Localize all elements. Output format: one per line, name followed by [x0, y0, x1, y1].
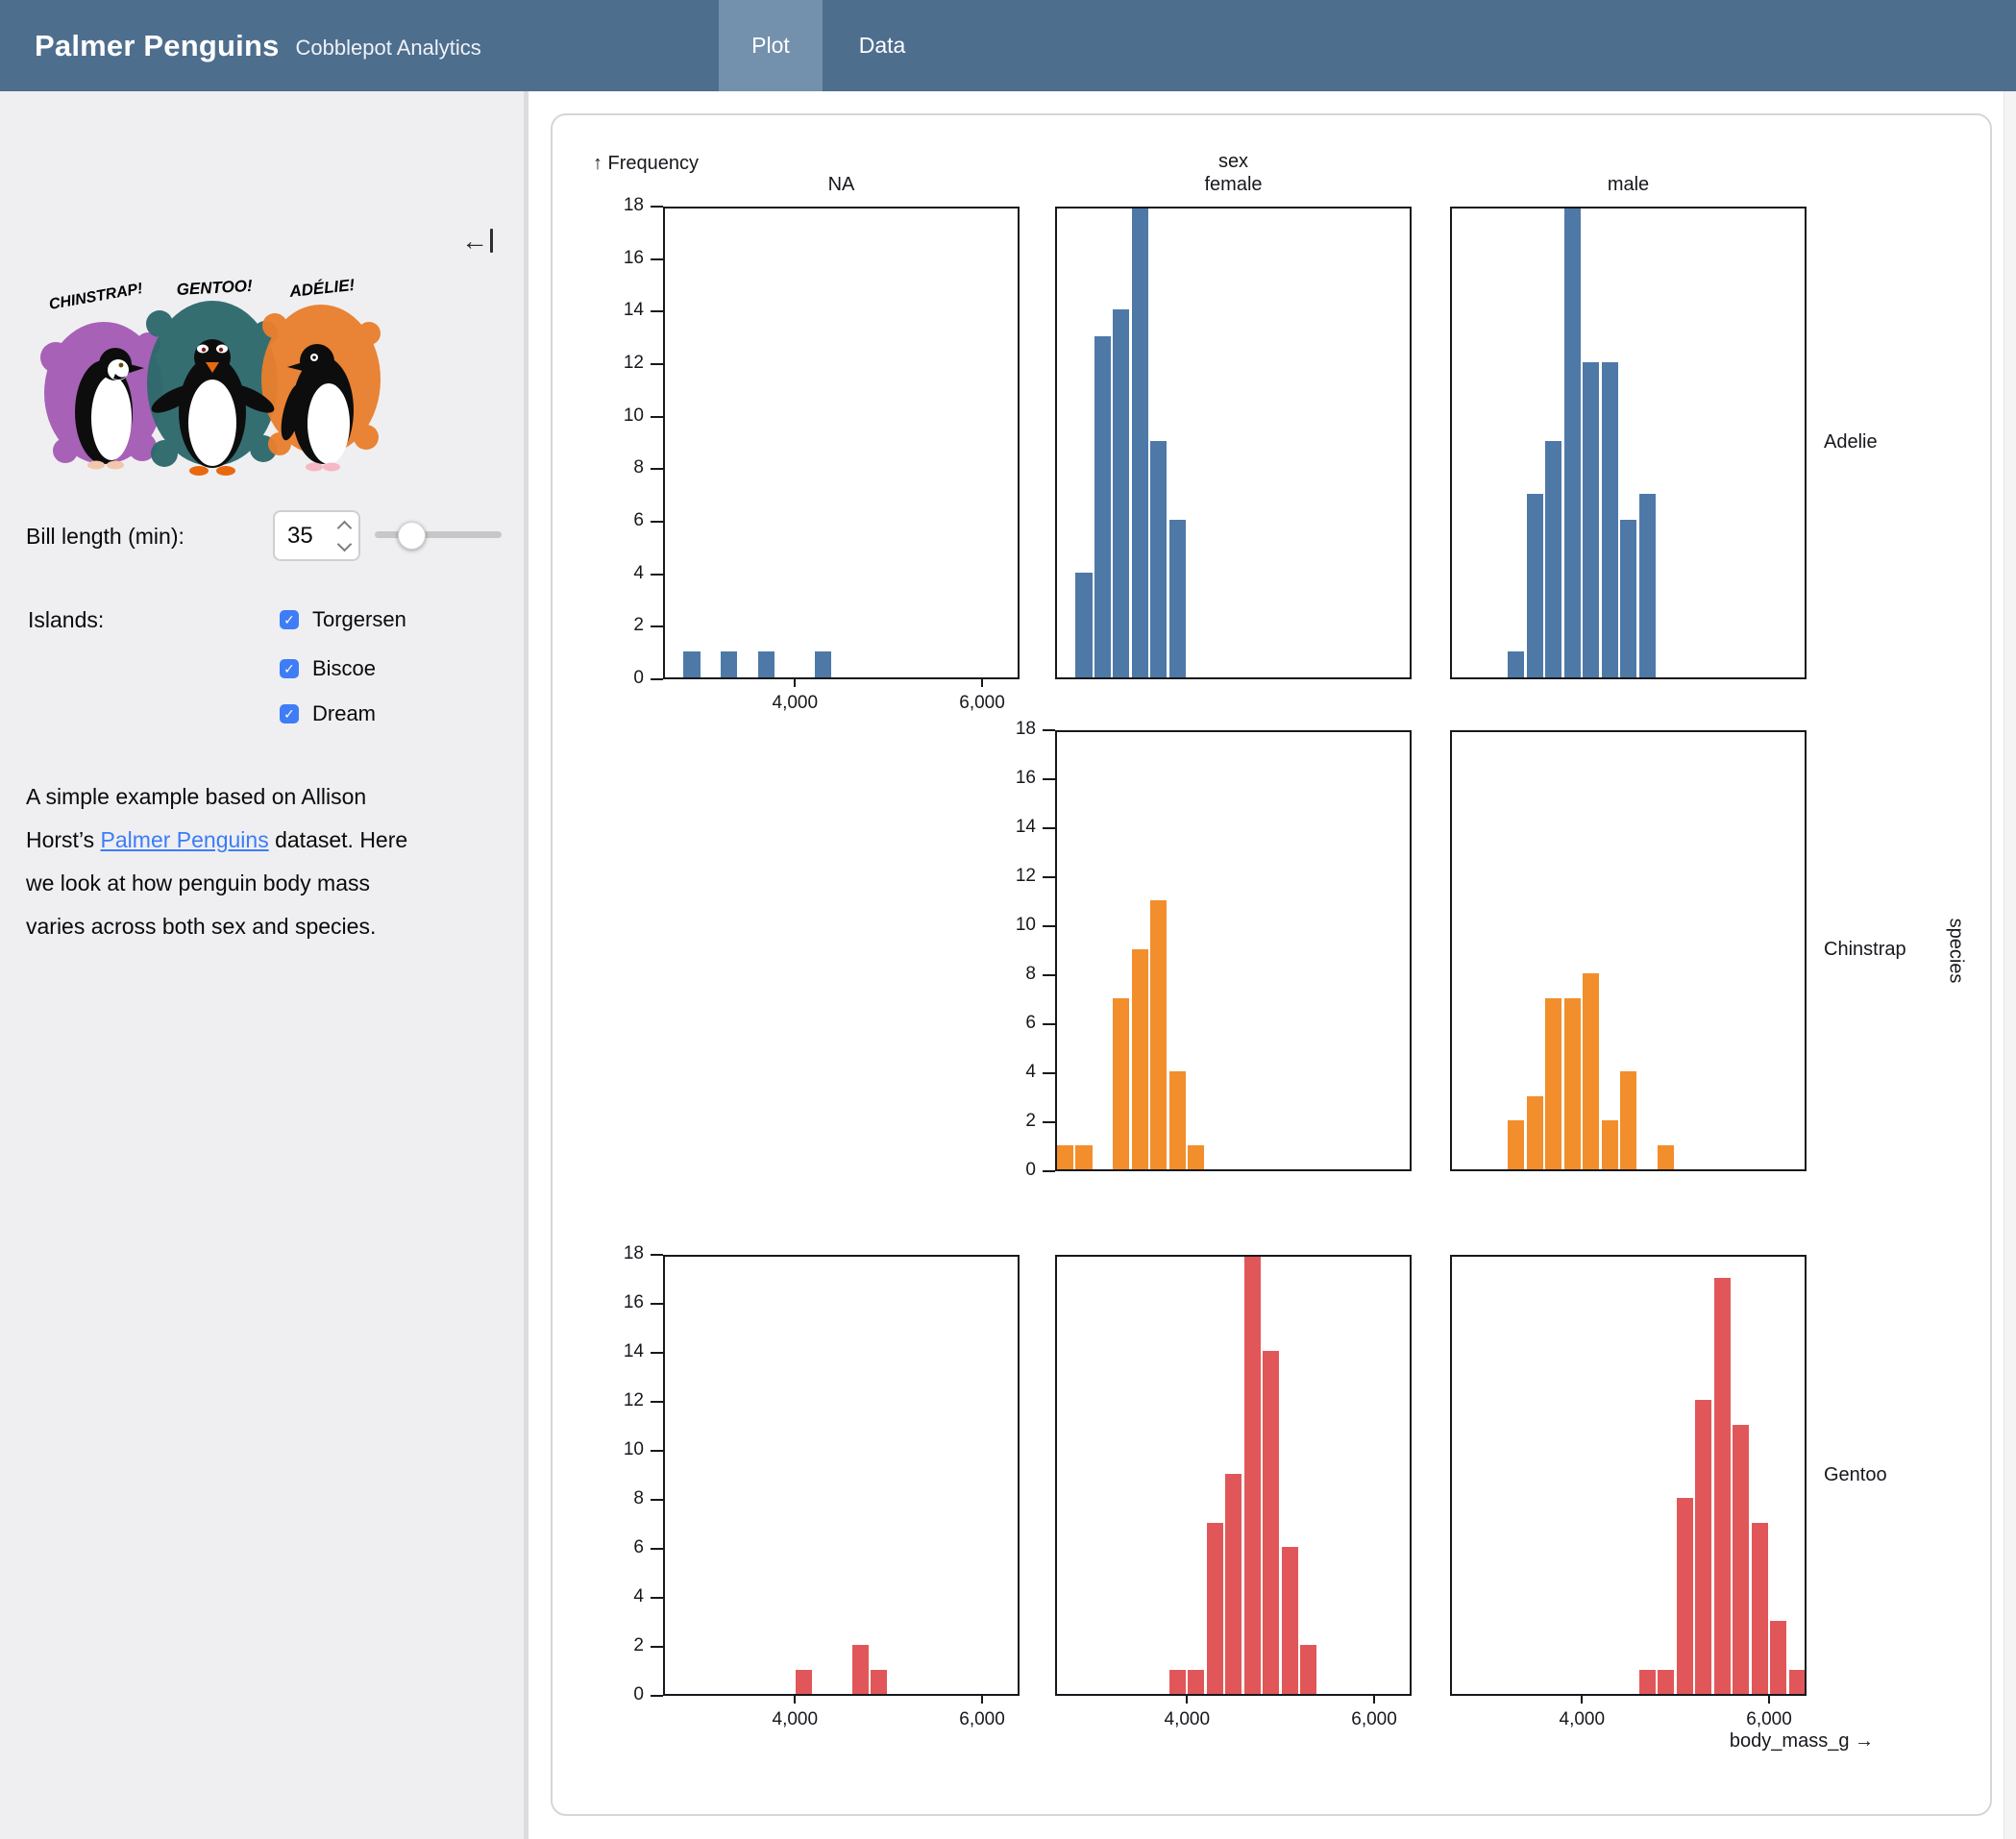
app: Palmer Penguins Cobblepot Analytics Plot…: [0, 0, 2016, 1839]
checkbox-checked-icon[interactable]: ✓: [280, 610, 299, 629]
penguins-artwork-image: CHINSTRAP! GENTOO! ADÉLIE!: [35, 266, 394, 487]
bill-length-input[interactable]: 35: [273, 510, 360, 561]
bill-length-slider[interactable]: [375, 514, 502, 552]
app-subtitle: Cobblepot Analytics: [296, 36, 481, 61]
app-title: Palmer Penguins: [35, 29, 280, 63]
palmer-penguins-link[interactable]: Palmer Penguins: [101, 827, 269, 852]
bill-length-label: Bill length (min):: [26, 524, 184, 550]
scrollbar[interactable]: [2004, 91, 2016, 1839]
sidebar: ←: [0, 91, 529, 1839]
islands-label: Islands:: [28, 607, 104, 633]
chinstrap-art-label: CHINSTRAP!: [48, 281, 145, 313]
tab-plot[interactable]: Plot: [719, 0, 823, 91]
bill-length-value: 35: [287, 523, 330, 550]
app-title-group: Palmer Penguins Cobblepot Analytics: [35, 0, 481, 91]
checkbox-label: Biscoe: [312, 656, 376, 681]
sidebar-collapse-button[interactable]: ←: [461, 229, 493, 253]
adelie-art-label: ADÉLIE!: [287, 276, 356, 301]
nav-tabs: Plot Data: [719, 0, 942, 91]
collapse-left-arrow-icon: ←: [461, 231, 488, 252]
collapse-bar-icon: [490, 229, 493, 253]
bill-length-stepper[interactable]: [330, 512, 358, 559]
slider-track[interactable]: [375, 531, 502, 538]
island-checkbox-dream[interactable]: ✓ Dream: [280, 701, 376, 726]
plot-card: [551, 113, 1992, 1816]
island-checkbox-biscoe[interactable]: ✓ Biscoe: [280, 656, 376, 681]
checkbox-label: Dream: [312, 701, 376, 726]
tab-data[interactable]: Data: [823, 0, 942, 91]
slider-thumb[interactable]: [398, 522, 426, 550]
gentoo-art-label: GENTOO!: [176, 277, 253, 299]
island-checkbox-torgersen[interactable]: ✓ Torgersen: [280, 607, 406, 632]
app-header: Palmer Penguins Cobblepot Analytics Plot…: [0, 0, 2016, 91]
stepper-up-icon[interactable]: [336, 520, 352, 535]
checkbox-label: Torgersen: [312, 607, 406, 632]
sidebar-description: A simple example based on Allison Horst’…: [26, 775, 433, 948]
checkbox-checked-icon[interactable]: ✓: [280, 659, 299, 678]
checkbox-checked-icon[interactable]: ✓: [280, 704, 299, 723]
stepper-down-icon[interactable]: [336, 536, 352, 552]
